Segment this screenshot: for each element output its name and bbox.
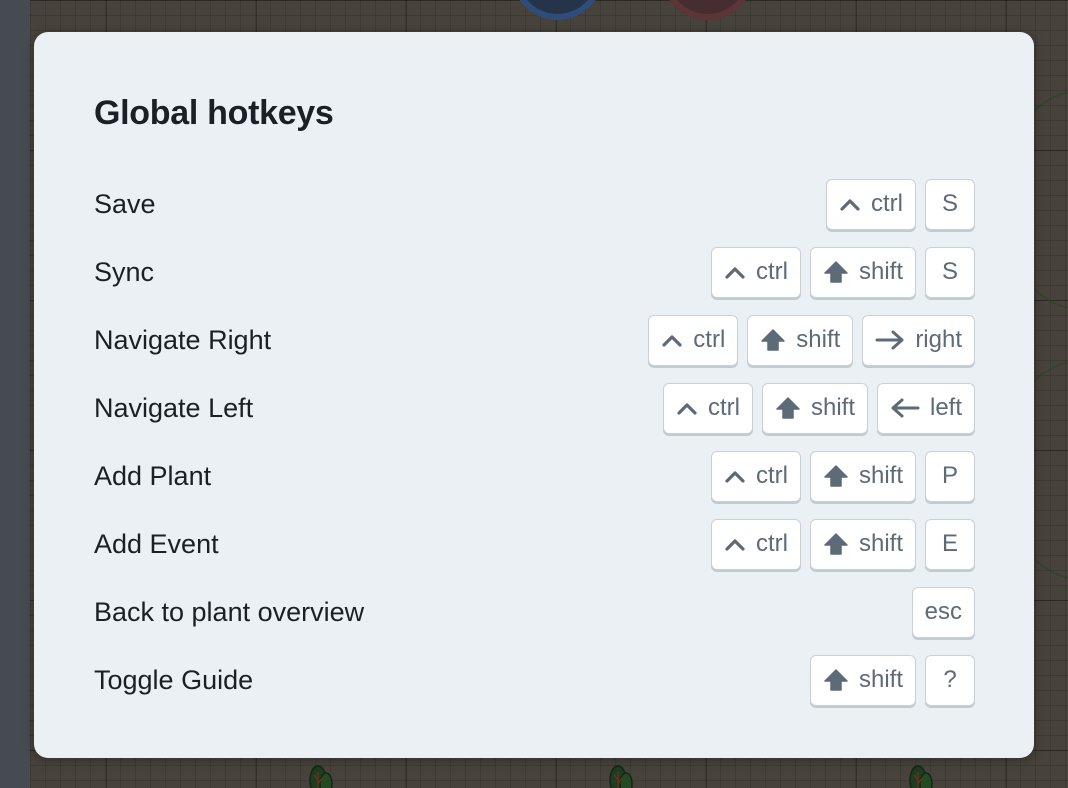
keycap-shift: shift	[747, 314, 854, 366]
caret-up-icon	[724, 468, 746, 484]
key-combination: ctrl shift S	[710, 246, 975, 298]
keycap-shift: shift	[809, 246, 916, 298]
hotkey-label: Sync	[94, 256, 155, 287]
caret-up-icon	[661, 332, 683, 348]
caret-up-icon	[724, 536, 746, 552]
keycap-label: E	[941, 530, 958, 557]
shift-arrow-icon	[823, 532, 849, 556]
hotkey-label: Navigate Left	[94, 392, 254, 423]
keycap-shift: shift	[809, 654, 916, 706]
hotkey-row: Navigate Left ctrl shift left	[94, 374, 975, 442]
keycap-ctrl: ctrl	[662, 382, 753, 434]
hotkeys-modal: Global hotkeys Save ctrl S Sync ctrl shift S Na…	[34, 32, 1034, 758]
hotkey-label: Toggle Guide	[94, 664, 254, 695]
shift-arrow-icon	[823, 464, 849, 488]
key-combination: ctrl shift left	[662, 382, 975, 434]
keycap-label: S	[941, 258, 958, 285]
keycap-shift: shift	[809, 518, 916, 570]
keycap-label: left	[929, 394, 962, 421]
sidebar-strip	[0, 0, 30, 788]
key-combination: ctrl shift right	[648, 314, 975, 366]
keycap-right: right	[862, 314, 975, 366]
key-combination: ctrl shift P	[710, 450, 975, 502]
keycap-label: shift	[858, 462, 903, 489]
arrow-right-icon	[875, 329, 905, 351]
plant-icon	[908, 762, 934, 788]
key-combination: shift?	[809, 654, 975, 706]
keycap-shift: shift	[761, 382, 868, 434]
keycap-left: left	[876, 382, 975, 434]
hotkey-list: Save ctrl S Sync ctrl shift S Navigate Right ctr…	[94, 170, 975, 714]
keycap-label: ctrl	[707, 394, 740, 421]
keycap-label: ctrl	[755, 530, 788, 557]
hotkey-row: Save ctrl S	[94, 170, 975, 238]
shift-arrow-icon	[760, 328, 786, 352]
key-combination: ctrl S	[826, 178, 975, 230]
hotkey-label: Add Event	[94, 528, 219, 559]
keycap-label: ?	[943, 666, 957, 693]
keycap-label: ctrl	[755, 258, 788, 285]
caret-up-icon	[724, 264, 746, 280]
keycap-label: esc	[924, 598, 962, 625]
plant-icon	[608, 762, 634, 788]
keycap-label: shift	[810, 394, 855, 421]
hotkey-row: Toggle Guide shift?	[94, 646, 975, 714]
arrow-left-icon	[890, 397, 920, 419]
keycap-ctrl: ctrl	[710, 450, 801, 502]
hotkey-label: Back to plant overview	[94, 596, 365, 627]
caret-up-icon	[676, 400, 698, 416]
hotkey-label: Navigate Right	[94, 324, 272, 355]
keycap-s: S	[925, 246, 975, 298]
plant-icon	[308, 762, 334, 788]
keycap-label: right	[915, 326, 962, 353]
keycap-label: shift	[858, 666, 903, 693]
keycap-label: ctrl	[693, 326, 726, 353]
shift-arrow-icon	[823, 260, 849, 284]
keycap-label: ctrl	[755, 462, 788, 489]
hotkey-row: Back to plant overview esc	[94, 578, 975, 646]
hotkey-label: Save	[94, 188, 156, 219]
keycap-shift: shift	[809, 450, 916, 502]
key-combination: ctrl shift E	[710, 518, 975, 570]
hotkey-row: Navigate Right ctrl shift right	[94, 306, 975, 374]
keycap-label: P	[941, 462, 958, 489]
hotkey-row: Add Plant ctrl shift P	[94, 442, 975, 510]
keycap-label: shift	[796, 326, 841, 353]
hotkey-label: Add Plant	[94, 460, 212, 491]
keycap-ctrl: ctrl	[648, 314, 739, 366]
caret-up-icon	[839, 196, 861, 212]
hotkey-row: Sync ctrl shift S	[94, 238, 975, 306]
keycap-s: S	[925, 178, 975, 230]
shift-arrow-icon	[775, 396, 801, 420]
modal-title: Global hotkeys	[94, 94, 334, 132]
keycap-label: shift	[858, 258, 903, 285]
keycap-label: S	[941, 190, 958, 217]
keycap-esc: esc	[911, 586, 975, 638]
keycap-p: P	[925, 450, 975, 502]
keycap-label: ctrl	[871, 190, 903, 217]
keycap-ctrl: ctrl	[710, 246, 801, 298]
keycap-e: E	[925, 518, 975, 570]
keycap-ctrl: ctrl	[710, 518, 801, 570]
key-combination: esc	[911, 586, 975, 638]
keycap-label: shift	[858, 530, 903, 557]
keycap-ctrl: ctrl	[826, 178, 916, 230]
keycap-question-mark: ?	[925, 654, 975, 706]
shift-arrow-icon	[823, 668, 849, 692]
hotkey-row: Add Event ctrl shift E	[94, 510, 975, 578]
